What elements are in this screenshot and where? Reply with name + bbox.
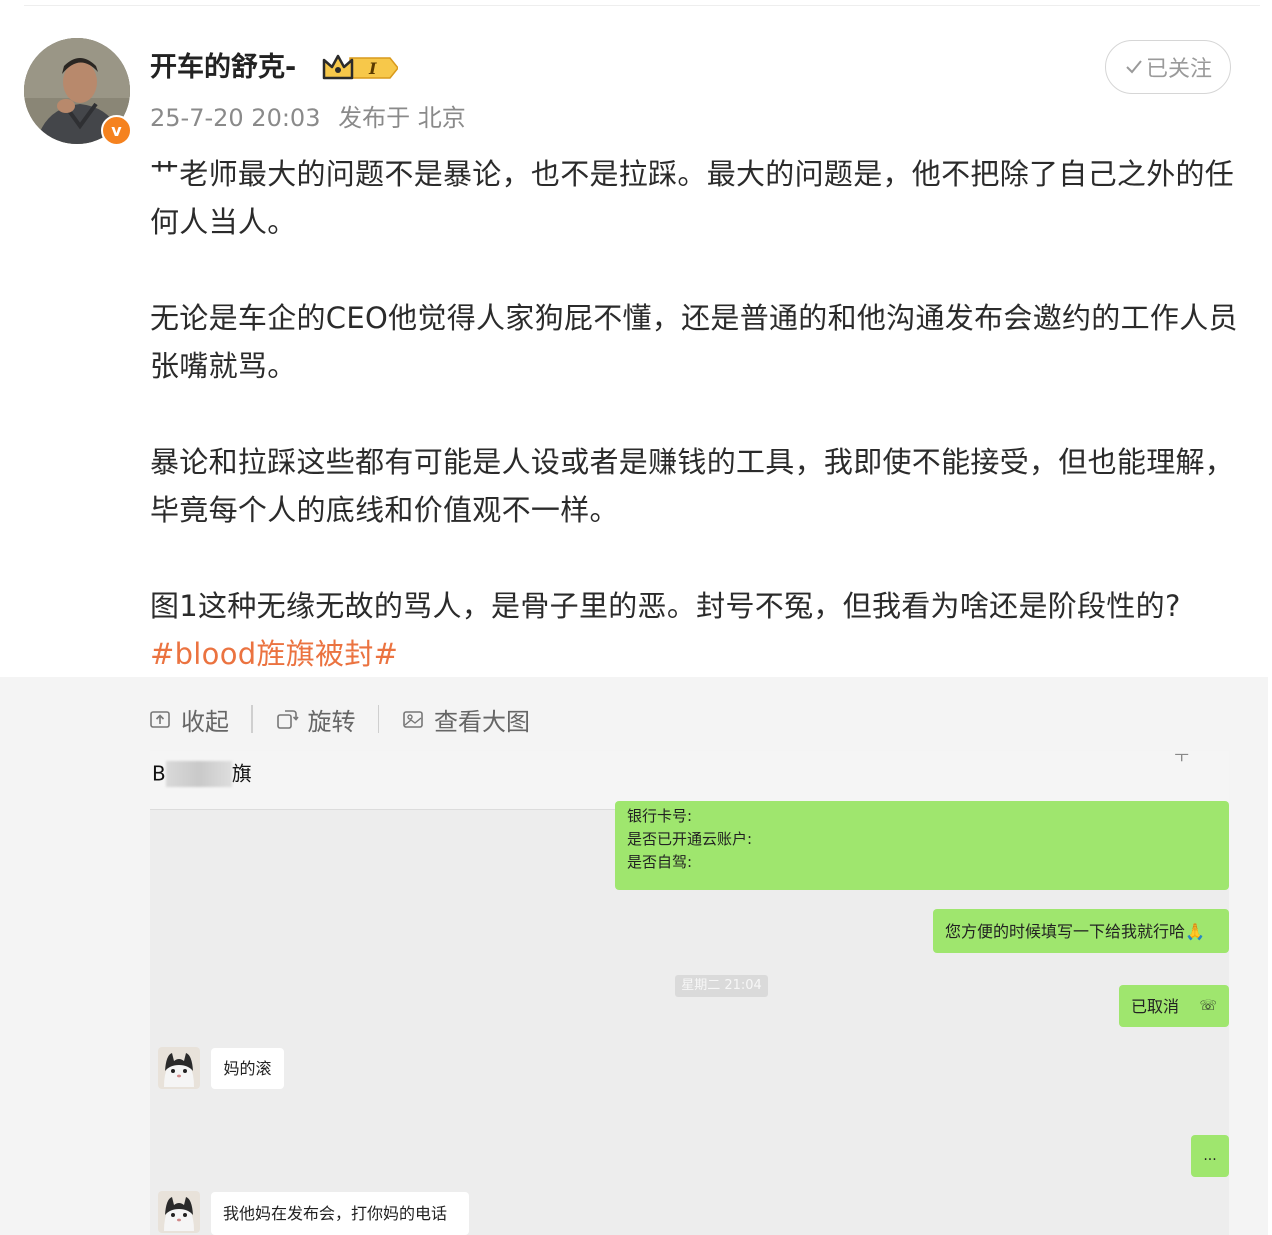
rotate-label: 旋转: [307, 707, 356, 736]
chat-title: B旗: [152, 760, 252, 787]
vip-level-icon: I: [322, 54, 398, 80]
follow-button[interactable]: 已关注: [1105, 40, 1231, 94]
message-bubble: 我他妈在发布会，打你妈的电话: [211, 1192, 469, 1235]
post-paragraph: 无论是车企的CEO他觉得人家狗屁不懂，还是普通的和他沟通发布会邀约的工作人员张嘴…: [150, 301, 1238, 383]
check-icon: [1126, 60, 1142, 74]
call-cancelled-label: 已取消: [1131, 996, 1180, 1016]
rotate-button[interactable]: 旋转: [275, 702, 356, 737]
collapse-button[interactable]: 收起: [148, 702, 229, 737]
collapse-label: 收起: [181, 707, 229, 736]
form-line: 是否已开通云账户:: [627, 830, 753, 848]
post-timestamp[interactable]: 25-7-20 20:03: [150, 104, 320, 132]
rotate-icon: [276, 710, 299, 729]
message-bubble: 妈的滚: [211, 1048, 284, 1089]
more-icon: ㅜ: [1174, 751, 1189, 766]
image-icon: [403, 711, 423, 728]
message-bubble: ...: [1191, 1135, 1229, 1177]
author-name[interactable]: 开车的舒克-: [150, 48, 296, 88]
collapse-icon: [150, 711, 170, 728]
blurred-name: [165, 760, 232, 787]
post-paragraph: 艹老师最大的问题不是暴论，也不是拉踩。最大的问题是，他不把除了自己之外的任何人当…: [150, 157, 1235, 239]
view-large-label: 查看大图: [434, 707, 530, 736]
view-large-button[interactable]: 查看大图: [401, 702, 530, 737]
post-paragraph: 暴论和拉踩这些都有可能是人设或者是赚钱的工具，我即使不能接受，但也能理解，毕竟每…: [150, 445, 1235, 527]
contact-avatar: [158, 1191, 200, 1233]
post-text: 艹老师最大的问题不是暴论，也不是拉踩。最大的问题是，他不把除了自己之外的任何人当…: [150, 150, 1240, 678]
post-meta: 25-7-20 20:03 发布于 北京: [150, 101, 476, 135]
message-form-bubble: 银行卡号: 是否已开通云账户: 是否自驾:: [615, 801, 1229, 890]
call-cancelled-bubble: 已取消 ☏: [1119, 985, 1229, 1027]
post-location: 发布于 北京: [338, 104, 466, 132]
top-divider: [24, 5, 1260, 6]
verified-badge-icon: v: [101, 115, 132, 146]
chat-screenshot-image[interactable]: B旗 ㅜ 银行卡号: 是否已开通云账户: 是否自驾: 您方便的时候填写一下给我就…: [150, 751, 1229, 1235]
media-viewer: 收起 旋转 查看大图 B旗 ㅜ 银行卡号: 是否已开通云账户: 是否自驾: 您方…: [0, 677, 1268, 1235]
hashtag-link[interactable]: #blood旌旗被封#: [150, 630, 1240, 678]
form-line: 银行卡号:: [627, 807, 693, 825]
toolbar-divider: [377, 705, 379, 733]
message-bubble: 您方便的时候填写一下给我就行哈🙏: [933, 909, 1229, 953]
phone-icon: ☏: [1199, 997, 1217, 1014]
svg-text:I: I: [368, 59, 377, 78]
contact-avatar: [158, 1047, 200, 1089]
follow-button-label: 已关注: [1145, 57, 1212, 82]
toolbar-divider: [251, 705, 253, 733]
media-toolbar: 收起 旋转 查看大图: [148, 701, 530, 737]
post-paragraph: 图1这种无缘无故的骂人，是骨子里的恶。封号不冤，但我看为啥还是阶段性的?: [150, 589, 1181, 623]
form-line: 是否自驾:: [627, 853, 693, 871]
time-label: 星期二 21:04: [675, 975, 768, 997]
